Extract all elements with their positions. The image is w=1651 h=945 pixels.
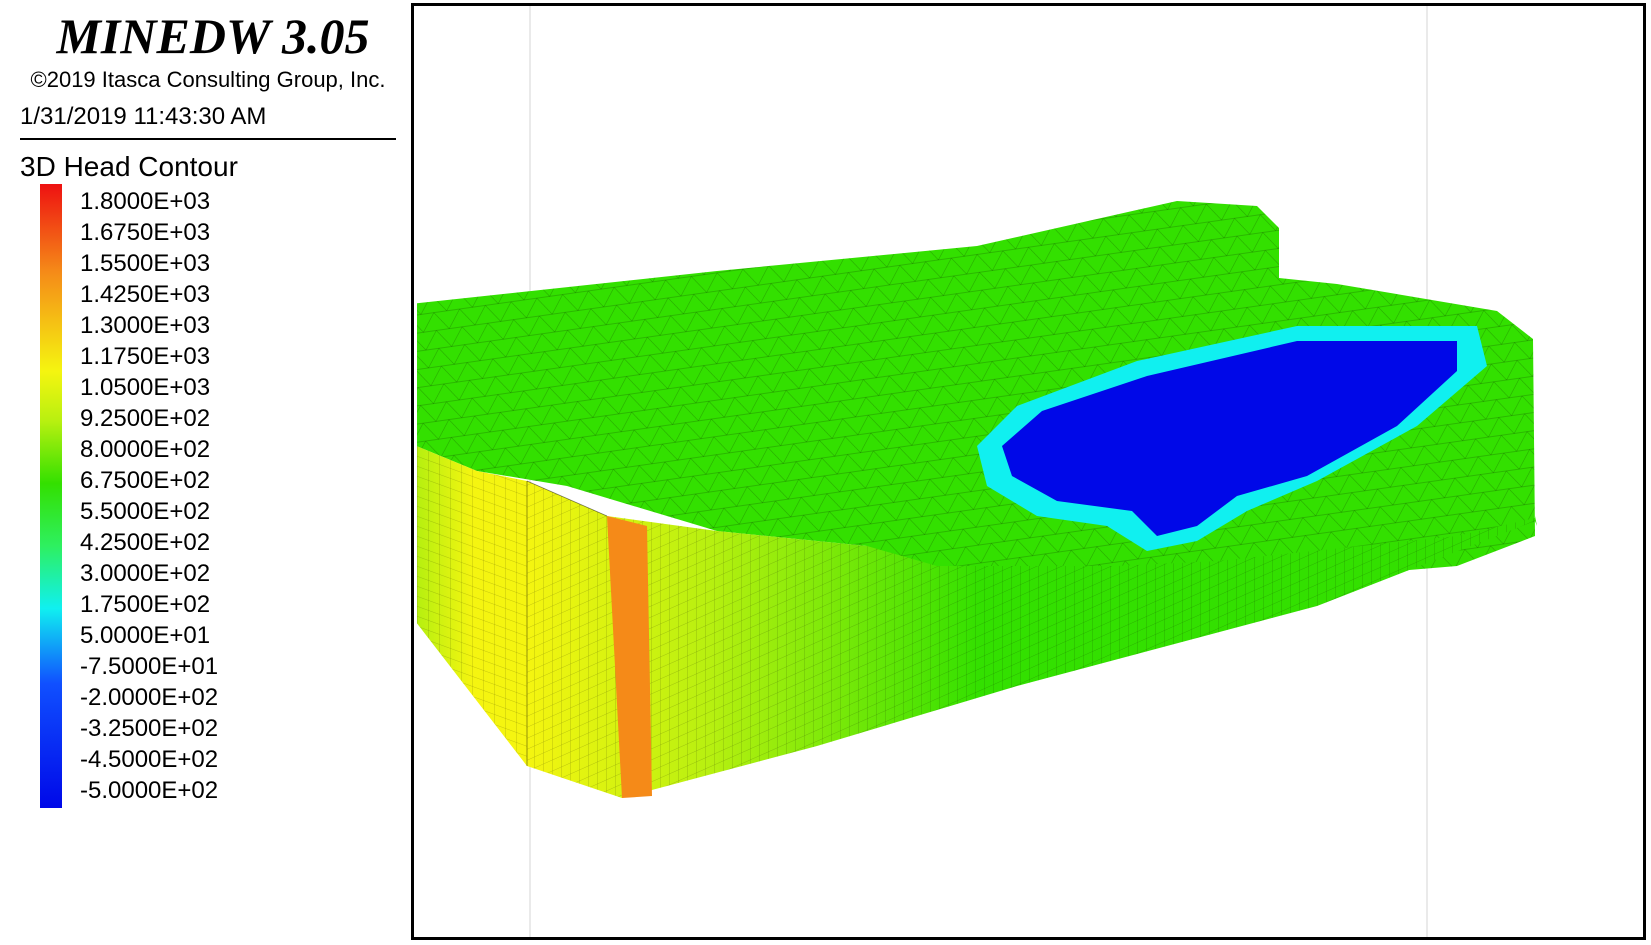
legend-label: -7.5000E+01	[80, 653, 219, 680]
divider	[20, 138, 396, 140]
legend-label: -5.0000E+02	[80, 777, 219, 804]
legend-label: 9.2500E+02	[80, 405, 211, 432]
legend-label: 5.0000E+01	[80, 622, 211, 649]
legend-label: 1.8000E+03	[80, 188, 211, 215]
legend-label: 4.2500E+02	[80, 529, 211, 556]
model-viewport[interactable]	[417, 6, 1643, 937]
copyright-text: ©2019 Itasca Consulting Group, Inc.	[30, 67, 386, 92]
legend-label: 1.4250E+03	[80, 281, 211, 308]
legend-label: 1.5500E+03	[80, 250, 211, 277]
timestamp: 1/31/2019 11:43:30 AM	[20, 103, 267, 130]
legend-color-bar	[40, 184, 62, 808]
legend-panel: MINEDW 3.05 ©2019 Itasca Consulting Grou…	[2, 3, 414, 940]
model-3d-view	[417, 6, 1537, 937]
legend-label: 1.0500E+03	[80, 374, 211, 401]
legend-label: 5.5000E+02	[80, 498, 211, 525]
legend-label: 6.7500E+02	[80, 467, 211, 494]
legend-label: 1.6750E+03	[80, 219, 211, 246]
legend-label: 1.7500E+02	[80, 591, 211, 618]
legend-labels: 1.8000E+03 1.6750E+03 1.5500E+03 1.4250E…	[80, 186, 218, 806]
legend-label: -3.2500E+02	[80, 715, 219, 742]
app-title: MINEDW 3.05	[56, 8, 370, 64]
legend-label: 1.1750E+03	[80, 343, 211, 370]
legend-label: 3.0000E+02	[80, 560, 211, 587]
legend-label: 1.3000E+03	[80, 312, 211, 339]
legend-label: -2.0000E+02	[80, 684, 219, 711]
legend-label: 8.0000E+02	[80, 436, 211, 463]
legend-label: -4.5000E+02	[80, 746, 219, 773]
legend-title: 3D Head Contour	[20, 151, 238, 182]
